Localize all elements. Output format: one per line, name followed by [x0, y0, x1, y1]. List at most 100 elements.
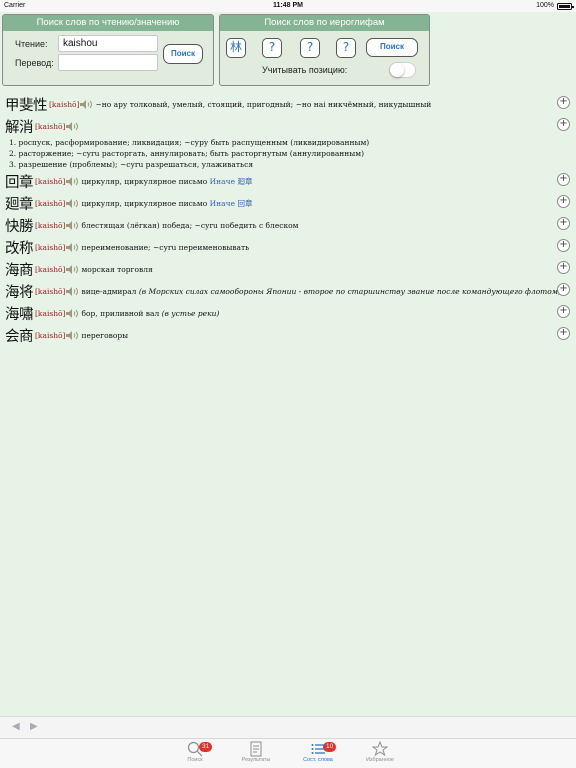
tab-bar: Поиск 31 Результаты Сост. слова 10 Избра…	[0, 738, 576, 768]
alt-link[interactable]: 廻章	[237, 177, 252, 186]
alt-link[interactable]: 回章	[237, 199, 252, 208]
list-item[interactable]: 海商 [kaishō] морская торговля +	[0, 258, 576, 280]
tab-favorites[interactable]: Избранное	[350, 741, 410, 763]
reading-label: Чтение:	[15, 39, 48, 49]
position-label: Учитывать позицию:	[262, 65, 348, 75]
list-item[interactable]: 甲斐性 [kaishō] ~но ару толковый, умелый, с…	[0, 93, 576, 115]
kanji-search-button[interactable]: Поиск	[366, 38, 418, 57]
entry-kanji: 廻章	[5, 196, 34, 213]
add-favorite-icon[interactable]: +	[557, 327, 570, 340]
results-list: 甲斐性 [kaishō] ~но ару толковый, умелый, с…	[0, 93, 576, 346]
reading-input[interactable]	[58, 35, 158, 52]
entry-kanji: 甲斐性	[5, 97, 48, 114]
history-navbar: ◀ ▶	[0, 716, 576, 738]
list-item[interactable]: 改称 [kaishō] переименование; ~суru переим…	[0, 236, 576, 258]
entry-reading: [kaishō]	[35, 264, 66, 274]
speaker-icon[interactable]	[66, 220, 79, 230]
alt-prefix: Иначе	[209, 198, 236, 208]
kanji-search-header: Поиск слов по иероглифам	[220, 15, 429, 31]
entry-reading: [kaishō]	[35, 121, 66, 131]
back-arrow-icon[interactable]: ◀	[12, 721, 20, 732]
entry-kanji: 海商	[5, 262, 34, 279]
entry-meaning: морская торговля	[81, 264, 153, 274]
speaker-icon[interactable]	[80, 99, 93, 109]
speaker-icon[interactable]	[66, 121, 79, 131]
list-item[interactable]: 会商 [kaishō] переговоры +	[0, 324, 576, 346]
entry-kanji: 改称	[5, 240, 34, 257]
add-favorite-icon[interactable]: +	[557, 173, 570, 186]
speaker-icon[interactable]	[66, 264, 79, 274]
speaker-icon[interactable]	[66, 308, 79, 318]
entry-reading: [kaishō]	[35, 242, 66, 252]
list-item[interactable]: 海嘯 [kaishō] бор, приливной вал (в устье …	[0, 302, 576, 324]
add-favorite-icon[interactable]: +	[557, 118, 570, 131]
add-favorite-icon[interactable]: +	[557, 283, 570, 296]
entry-kanji: 解消	[5, 119, 34, 136]
entry-note: (в Морских силах самообороны Японии - вт…	[138, 286, 561, 296]
entry-reading: [kaishō]	[35, 330, 66, 340]
add-favorite-icon[interactable]: +	[557, 217, 570, 230]
speaker-icon[interactable]	[66, 242, 79, 252]
list-item[interactable]: 回章 [kaishō] циркуляр, циркулярное письмо…	[0, 170, 576, 192]
list-item[interactable]: 廻章 [kaishō] циркуляр, циркулярное письмо…	[0, 192, 576, 214]
kanji-slot-1[interactable]: 林	[226, 38, 246, 58]
reading-search-button[interactable]: Поиск	[163, 44, 203, 64]
position-toggle[interactable]	[389, 62, 416, 78]
entry-sense-1: 1. роспуск, расформирование; ликвидация;…	[9, 138, 370, 147]
alt-prefix: Иначе	[209, 176, 236, 186]
list-item[interactable]: 海将 [kaishō] вице-адмирал (в Морских сила…	[0, 280, 576, 302]
entry-kanji: 海嘯	[5, 306, 34, 323]
entry-sense-2: 2. расторжение; ~суru расторгать, аннули…	[9, 149, 365, 158]
kanji-search-panel: Поиск слов по иероглифам 林 ? ? ? Поиск У…	[219, 14, 430, 86]
entry-reading: [kaishō]	[35, 286, 66, 296]
list-item[interactable]: 快勝 [kaishō] блестящая (лёгкая) победа; ~…	[0, 214, 576, 236]
entry-reading: [kaishō]	[35, 220, 66, 230]
entry-kanji: 会商	[5, 328, 34, 345]
entry-meaning: циркуляр, циркулярное письмо Иначе 回章	[81, 198, 253, 208]
add-favorite-icon[interactable]: +	[557, 261, 570, 274]
speaker-icon[interactable]	[66, 330, 79, 340]
entry-reading: [kaishō]	[35, 176, 66, 186]
clock: 11:48 PM	[273, 2, 303, 9]
reading-search-header: Поиск слов по чтению/значению	[3, 15, 213, 31]
entry-meaning: переговоры	[81, 330, 129, 340]
tab-search-label: Поиск	[187, 757, 203, 763]
speaker-icon[interactable]	[66, 176, 79, 186]
search-badge: 31	[199, 742, 213, 752]
entry-note: (в устье реки)	[161, 308, 220, 318]
speaker-icon[interactable]	[66, 286, 79, 296]
add-favorite-icon[interactable]: +	[557, 239, 570, 252]
entry-kanji: 快勝	[5, 218, 34, 235]
toggle-knob[interactable]	[390, 63, 404, 77]
entry-kanji: 回章	[5, 174, 34, 191]
entry-meaning: циркуляр, циркулярное письмо Иначе 廻章	[81, 176, 253, 186]
forward-arrow-icon[interactable]: ▶	[30, 721, 38, 732]
entry-meaning: блестящая (лёгкая) победа; ~суru победит…	[81, 220, 299, 230]
tab-compound-words[interactable]: Сост. слова 10	[288, 741, 348, 763]
tab-search[interactable]: Поиск 31	[165, 741, 225, 763]
tab-results[interactable]: Результаты	[226, 741, 286, 763]
tab-compound-words-label: Сост. слова	[303, 757, 333, 763]
entry-reading: [kaishō]	[35, 308, 66, 318]
entry-reading: [kaishō]	[35, 198, 66, 208]
battery-icon	[557, 3, 574, 10]
list-item[interactable]: 解消 [kaishō] 1. роспуск, расформирование;…	[0, 115, 576, 170]
entry-sense-3: 3. разрешение (проблемы); ~суru разрешат…	[9, 160, 254, 169]
speaker-icon[interactable]	[66, 198, 79, 208]
kanji-slot-3[interactable]: ?	[300, 38, 320, 58]
entry-reading: [kaishō]	[49, 99, 80, 109]
entry-kanji: 海将	[5, 284, 34, 301]
tab-favorites-label: Избранное	[366, 757, 394, 763]
entry-meaning: переименование; ~суru переименовывать	[81, 242, 250, 252]
status-bar: Carrier 11:48 PM 100%	[0, 0, 576, 12]
entry-meaning: бор, приливной вал (в устье реки)	[81, 308, 220, 318]
compound-words-badge: 10	[323, 742, 337, 752]
kanji-slot-2[interactable]: ?	[262, 38, 282, 58]
add-favorite-icon[interactable]: +	[557, 305, 570, 318]
kanji-slot-4[interactable]: ?	[336, 38, 356, 58]
translation-input[interactable]	[58, 54, 158, 71]
add-favorite-icon[interactable]: +	[557, 96, 570, 109]
reading-search-panel: Поиск слов по чтению/значению Чтение: Пе…	[2, 14, 214, 86]
battery-percent: 100%	[536, 2, 554, 9]
add-favorite-icon[interactable]: +	[557, 195, 570, 208]
